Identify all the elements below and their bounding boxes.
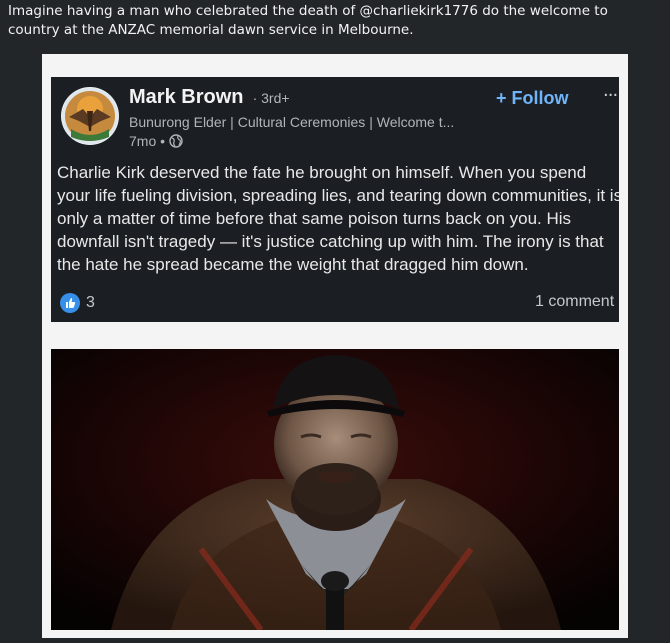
video-still: [51, 349, 619, 630]
author-headline: Bunurong Elder | Cultural Ceremonies | W…: [129, 114, 455, 130]
more-icon[interactable]: ···: [603, 85, 618, 106]
post-body: Charlie Kirk deserved the fate he brough…: [57, 163, 619, 274]
author-name[interactable]: Mark Brown: [129, 86, 243, 108]
connection-degree: · 3rd+: [252, 90, 290, 106]
post-media[interactable]: Mark Brown · 3rd+ Bunurong Elder | Cultu…: [42, 54, 628, 638]
follow-button[interactable]: + Follow: [496, 88, 569, 109]
author-avatar: [61, 87, 119, 145]
comments-link[interactable]: 1 comment: [535, 293, 614, 311]
globe-icon: [169, 134, 183, 148]
post-text: Imagine having a man who celebrated the …: [8, 3, 608, 38]
linkedin-post-screenshot: Mark Brown · 3rd+ Bunurong Elder | Cultu…: [51, 77, 619, 322]
post-time: 7mo •: [129, 133, 166, 149]
like-icon: [60, 293, 80, 313]
reaction-count: 3: [86, 294, 95, 311]
reactions[interactable]: 3: [60, 293, 95, 313]
